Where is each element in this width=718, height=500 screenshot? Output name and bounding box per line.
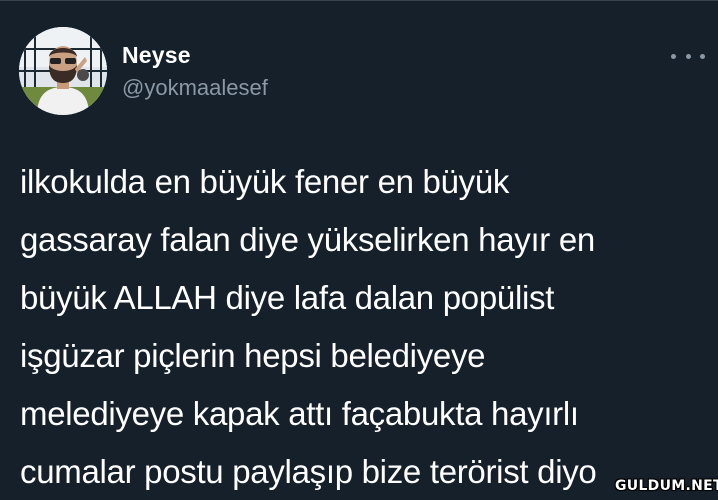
more-dot [671, 53, 676, 59]
more-options-icon[interactable] [671, 44, 705, 68]
tweet-text-line: melediyeye kapak attı façabukta hayırlı [20, 395, 579, 432]
author-name[interactable]: Neyse [122, 42, 191, 69]
watermark: GULDUM.NET [615, 478, 718, 494]
avatar[interactable] [19, 27, 107, 115]
tweet-text-line: büyük ALLAH diye lafa dalan popülist [20, 279, 555, 316]
more-dot [685, 53, 691, 59]
tweet-text-line: cumalar postu paylaşıp bize terörist diy… [20, 453, 597, 490]
tweet-text-line: ilkokulda en büyük fener en büyük [20, 163, 510, 200]
tweet-text-line: gassaray falan diye yükselirken hayır en [20, 221, 595, 258]
more-dot [700, 53, 705, 59]
tweet-card: Neyse @yokmaalesef ilkokulda en büyük fe… [0, 0, 718, 500]
tweet-text-line: işgüzar piçlerin hepsi belediyeye [20, 337, 486, 374]
tweet-text: ilkokulda en büyük fener en büyük gassar… [20, 153, 710, 500]
author-handle[interactable]: @yokmaalesef [122, 75, 268, 101]
avatar-photo [19, 27, 107, 115]
